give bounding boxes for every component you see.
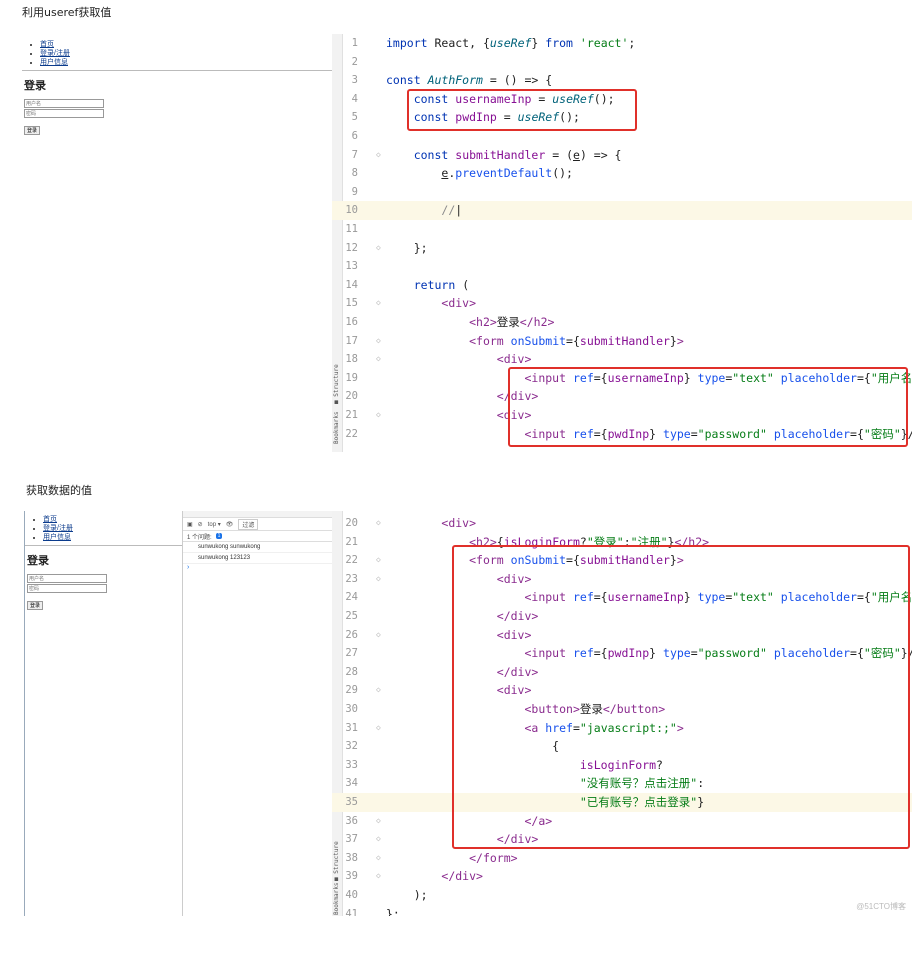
console-prompt[interactable]: › [183, 564, 333, 571]
divider [22, 70, 332, 71]
page-title: 登录 [27, 554, 49, 567]
issues-bar[interactable]: 1 个问题: 1 [183, 531, 333, 542]
nav-item-user-info[interactable]: 用户信息 [40, 58, 332, 67]
section-heading-2: 获取数据的值 [26, 484, 92, 497]
nav-item-home[interactable]: 首页 [40, 40, 332, 49]
divider [25, 545, 182, 546]
eye-icon[interactable]: 👁 [226, 521, 234, 528]
nav-list-2: 首页 登录/注册 用户信息 [25, 515, 182, 542]
browser-preview: 首页 登录/注册 用户信息 登录 登录 [22, 34, 332, 452]
code-editor-2[interactable]: ■ Structure Bookmarks 20 ◇ <div> 21 <h2>{… [332, 511, 912, 916]
console-log-1: sunwukong sunwukong [183, 542, 333, 553]
nav-list: 首页 登录/注册 用户信息 [22, 40, 332, 67]
devtools-console: ▣ ⊘ top ▾ 👁 过滤 1 个问题: 1 sunwukong sunwuk… [182, 511, 334, 916]
console-toolbar: ▣ ⊘ top ▾ 👁 过滤 [183, 518, 333, 531]
page-title: 登录 [24, 79, 46, 92]
console-log-2: sunwukong 123123 [183, 553, 333, 564]
highlight-box-inputs [508, 367, 908, 447]
watermark: @51CTO博客 [856, 902, 906, 911]
filter-input[interactable]: 过滤 [238, 518, 259, 530]
username-input[interactable] [27, 574, 107, 583]
password-input[interactable] [27, 584, 107, 593]
highlight-box-form [452, 545, 910, 849]
screenshot-1: 首页 登录/注册 用户信息 登录 登录 ■ Structure Bookmark… [22, 34, 912, 452]
nav-item-user-info[interactable]: 用户信息 [43, 533, 182, 542]
context-select[interactable]: top ▾ [208, 521, 221, 528]
sidebar-toggle-icon[interactable]: ▣ [187, 521, 193, 528]
nav-item-home[interactable]: 首页 [43, 515, 182, 524]
nav-item-login[interactable]: 登录/注册 [40, 49, 332, 58]
devtools-tabs[interactable] [183, 511, 333, 518]
password-input[interactable] [24, 109, 104, 118]
screenshot-2: 首页 登录/注册 用户信息 登录 登录 ▣ ⊘ top ▾ 👁 过滤 1 个问题… [24, 511, 912, 916]
issues-badge: 1 [215, 533, 223, 539]
section-heading-1: 利用useref获取值 [22, 6, 112, 19]
code-editor-1[interactable]: ■ Structure Bookmarks 1 import React, {us… [332, 34, 912, 452]
clear-console-icon[interactable]: ⊘ [198, 521, 203, 528]
highlight-box-useref [407, 89, 637, 131]
nav-item-login[interactable]: 登录/注册 [43, 524, 182, 533]
username-input[interactable] [24, 99, 104, 108]
browser-preview-2: 首页 登录/注册 用户信息 登录 登录 [24, 511, 182, 916]
login-button[interactable]: 登录 [27, 601, 44, 610]
login-button[interactable]: 登录 [24, 126, 41, 135]
